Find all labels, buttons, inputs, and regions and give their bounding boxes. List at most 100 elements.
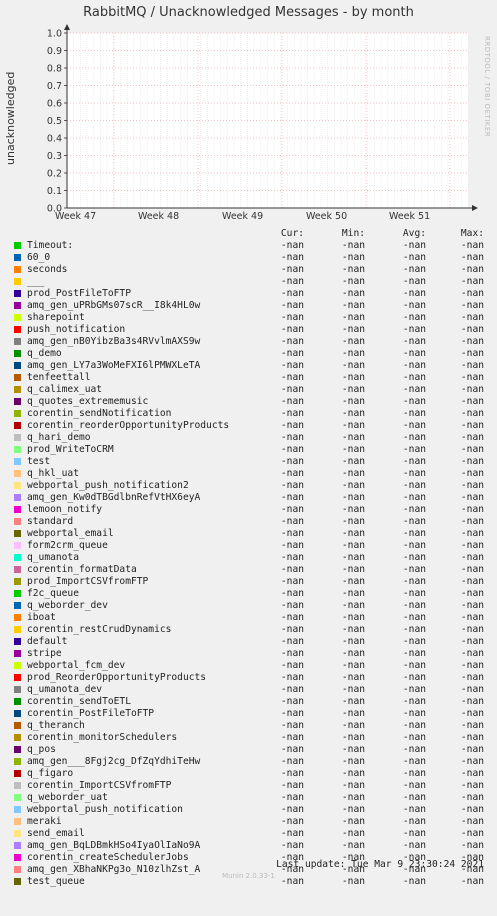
legend-min-value: -nan bbox=[341, 804, 365, 815]
legend-row: default -nan -nan -nan -nan bbox=[12, 636, 484, 648]
legend-series-name: q_hari_demo bbox=[27, 432, 91, 443]
legend-avg-value: -nan bbox=[402, 312, 426, 323]
legend-series-name: form2crm_queue bbox=[27, 540, 108, 551]
legend: Cur: Min: Avg: Max: Timeout: -nan -nan -nan… bbox=[12, 228, 484, 888]
legend-series-name: amq_gen_nB0YibzBa3s4RVvlmAXS9w bbox=[27, 336, 201, 347]
legend-swatch bbox=[14, 470, 21, 477]
legend-swatch bbox=[14, 506, 21, 513]
legend-avg-value: -nan bbox=[402, 816, 426, 827]
legend-row: q_pos -nan -nan -nan -nan bbox=[12, 744, 484, 756]
legend-max-value: -nan bbox=[460, 684, 484, 695]
legend-row: corentin_sendNotification -nan -nan -nan -na… bbox=[12, 408, 484, 420]
legend-min-value: -nan bbox=[341, 696, 365, 707]
legend-min-value: -nan bbox=[341, 336, 365, 347]
legend-cur-value: -nan bbox=[280, 504, 304, 515]
legend-cur-value: -nan bbox=[280, 372, 304, 383]
legend-series-name: prod_ReorderOpportunityProducts bbox=[27, 672, 207, 683]
legend-max-value: -nan bbox=[460, 816, 484, 827]
y-tick-label: 0.3 bbox=[47, 151, 62, 162]
legend-min-value: -nan bbox=[341, 564, 365, 575]
legend-swatch bbox=[14, 770, 21, 777]
chart-area: 0.00.10.20.30.40.50.60.70.80.91.0Week 47… bbox=[47, 24, 478, 222]
legend-series-name: tenfeettall bbox=[27, 372, 91, 383]
legend-cur-value: -nan bbox=[280, 780, 304, 791]
legend-series-name: q_umanota_dev bbox=[27, 684, 103, 695]
legend-row: webportal_push_notification2 -nan -nan -nan… bbox=[12, 480, 484, 492]
legend-min-value: -nan bbox=[341, 768, 365, 779]
legend-swatch bbox=[14, 290, 21, 297]
legend-min-value: -nan bbox=[341, 252, 365, 263]
legend-row: prod_WriteToCRM -nan -nan -nan -nan bbox=[12, 444, 484, 456]
legend-min-value: -nan bbox=[341, 516, 365, 527]
legend-cur-value: -nan bbox=[280, 660, 304, 671]
legend-series-name: amq_gen_LY7a3WoMeFXI6lPMWXLeTA bbox=[27, 360, 201, 371]
legend-series-name: default bbox=[27, 636, 68, 647]
legend-max-value: -nan bbox=[460, 708, 484, 719]
legend-min-value: -nan bbox=[341, 756, 365, 767]
legend-series-name: stripe bbox=[27, 648, 62, 659]
legend-avg-value: -nan bbox=[402, 324, 426, 335]
legend-cur-value: -nan bbox=[280, 468, 304, 479]
x-tick-label: Week 51 bbox=[389, 211, 430, 222]
legend-row: amq_gen_nB0YibzBa3s4RVvlmAXS9w -nan -nan -n… bbox=[12, 336, 484, 348]
legend-cur-value: -nan bbox=[280, 264, 304, 275]
legend-swatch bbox=[14, 242, 21, 249]
legend-cur-value: -nan bbox=[280, 708, 304, 719]
legend-header: Cur: Min: Avg: Max: bbox=[12, 228, 484, 240]
legend-row: Timeout: -nan -nan -nan -nan bbox=[12, 240, 484, 252]
legend-row: q_figaro -nan -nan -nan -nan bbox=[12, 768, 484, 780]
legend-series-name: q_weborder_dev bbox=[27, 600, 108, 611]
legend-series-name: 60_0 bbox=[27, 252, 51, 263]
y-axis-arrow bbox=[64, 24, 70, 30]
legend-cur-value: -nan bbox=[280, 240, 304, 251]
legend-max-value: -nan bbox=[460, 252, 484, 263]
legend-max-value: -nan bbox=[460, 696, 484, 707]
legend-swatch bbox=[14, 782, 21, 789]
legend-swatch bbox=[14, 482, 21, 489]
legend-max-value: -nan bbox=[460, 732, 484, 743]
legend-min-value: -nan bbox=[341, 288, 365, 299]
legend-max-value: -nan bbox=[460, 432, 484, 443]
legend-cur-value: -nan bbox=[280, 384, 304, 395]
legend-cur-value: -nan bbox=[280, 420, 304, 431]
legend-avg-value: -nan bbox=[402, 360, 426, 371]
x-tick-label: Week 47 bbox=[55, 211, 96, 222]
legend-avg-value: -nan bbox=[402, 396, 426, 407]
legend-avg-value: -nan bbox=[402, 504, 426, 515]
legend-avg-value: -nan bbox=[402, 444, 426, 455]
legend-row: q_quotes_extrememusic -nan -nan -nan -nan bbox=[12, 396, 484, 408]
legend-max-value: -nan bbox=[460, 288, 484, 299]
legend-min-value: -nan bbox=[341, 492, 365, 503]
legend-series-name: corentin_createSchedulerJobs bbox=[27, 852, 189, 863]
legend-series-name: webportal_fcm_dev bbox=[27, 660, 126, 671]
y-tick-label: 0.6 bbox=[47, 99, 62, 110]
legend-max-value: -nan bbox=[460, 672, 484, 683]
legend-swatch bbox=[14, 806, 21, 813]
legend-series-name: q_calimex_uat bbox=[27, 384, 103, 395]
x-tick-label: Week 48 bbox=[138, 211, 179, 222]
legend-row: stripe -nan -nan -nan -nan bbox=[12, 648, 484, 660]
legend-max-value: -nan bbox=[460, 552, 484, 563]
legend-swatch bbox=[14, 362, 21, 369]
legend-row: amq_gen_Kw0dTBGdlbnRefVtHX6eyA -nan -nan -n… bbox=[12, 492, 484, 504]
legend-cur-value: -nan bbox=[280, 252, 304, 263]
legend-swatch bbox=[14, 398, 21, 405]
legend-series-name: amq_gen_Kw0dTBGdlbnRefVtHX6eyA bbox=[27, 492, 201, 503]
legend-cur-value: -nan bbox=[280, 540, 304, 551]
legend-max-value: -nan bbox=[460, 564, 484, 575]
legend-min-value: -nan bbox=[341, 480, 365, 491]
y-tick-label: 0.9 bbox=[47, 46, 62, 57]
legend-swatch bbox=[14, 266, 21, 273]
legend-max-value: -nan bbox=[460, 828, 484, 839]
legend-row: form2crm_queue -nan -nan -nan -nan bbox=[12, 540, 484, 552]
legend-cur-value: -nan bbox=[280, 672, 304, 683]
legend-min-value: -nan bbox=[341, 444, 365, 455]
legend-cur-value: -nan bbox=[280, 768, 304, 779]
legend-min-value: -nan bbox=[341, 528, 365, 539]
legend-min-value: -nan bbox=[341, 744, 365, 755]
legend-row: q_weborder_uat -nan -nan -nan -nan bbox=[12, 792, 484, 804]
legend-series-name: q_hkl_uat bbox=[27, 468, 79, 479]
legend-row: webportal_email -nan -nan -nan -nan bbox=[12, 528, 484, 540]
legend-max-value: -nan bbox=[460, 636, 484, 647]
legend-max-value: -nan bbox=[460, 372, 484, 383]
